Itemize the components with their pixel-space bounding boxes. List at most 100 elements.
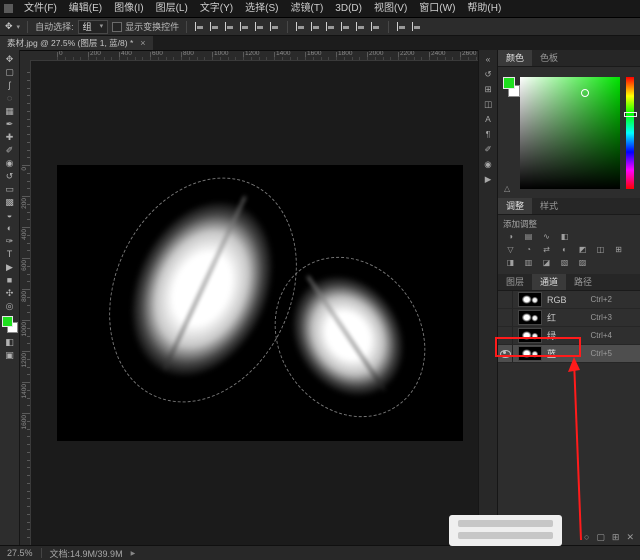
tool-preset-caret-icon[interactable]: ▾ (17, 23, 21, 31)
visibility-cell[interactable] (498, 327, 513, 344)
path-selection-tool[interactable]: ▶ (2, 261, 18, 274)
marquee-tool[interactable]: ▢ (2, 66, 18, 79)
tab-channels[interactable]: 通道 (532, 274, 567, 290)
brightness-contrast-icon[interactable]: ◑ (503, 231, 518, 243)
properties-panel-icon[interactable]: ⊞ (484, 84, 491, 94)
exposure-icon[interactable]: ◧ (557, 231, 572, 243)
channel-row-rgb[interactable]: RGB Ctrl+2 (498, 291, 640, 309)
menu-window[interactable]: 窗口(W) (413, 0, 461, 18)
pen-tool[interactable]: ✑ (2, 235, 18, 248)
hue-slider[interactable] (626, 77, 634, 189)
distribute-center-icon[interactable] (355, 21, 367, 32)
quick-selection-tool[interactable]: ◌ (2, 92, 18, 105)
hand-tool[interactable]: ✣ (2, 287, 18, 300)
align-middle-icon[interactable] (254, 21, 266, 32)
tab-layers[interactable]: 图层 (498, 274, 532, 290)
tab-swatches[interactable]: 色板 (532, 50, 566, 66)
collapse-panels-icon[interactable]: « (486, 54, 491, 64)
channel-mixer-icon[interactable]: ◫ (593, 244, 608, 256)
align-bottom-icon[interactable] (269, 21, 281, 32)
color-swatches[interactable] (1, 316, 18, 333)
menu-help[interactable]: 帮助(H) (461, 0, 507, 18)
close-tab-icon[interactable]: × (140, 36, 145, 50)
vibrance-icon[interactable]: ▽ (503, 244, 518, 256)
hue-saturation-icon[interactable]: ◔ (521, 244, 536, 256)
eye-icon[interactable] (499, 349, 511, 358)
menu-layer[interactable]: 图层(L) (150, 0, 194, 18)
menu-select[interactable]: 选择(S) (239, 0, 284, 18)
new-channel-icon[interactable]: ⊞ (612, 532, 620, 543)
show-transform-checkbox[interactable]: 显示变换控件 (112, 20, 179, 33)
foreground-color-chip[interactable] (503, 77, 515, 89)
foreground-color-swatch[interactable] (1, 316, 13, 327)
save-selection-icon[interactable]: ▢ (596, 532, 605, 543)
black-white-icon[interactable]: ◐ (557, 244, 572, 256)
visibility-cell[interactable] (498, 345, 513, 362)
tab-adjustments[interactable]: 调整 (498, 198, 533, 214)
color-lookup-icon[interactable]: ⊞ (611, 244, 626, 256)
gradient-tool[interactable]: ▩ (2, 196, 18, 209)
tab-styles[interactable]: 样式 (532, 198, 566, 214)
brush-panel-icon[interactable]: ✐ (484, 144, 491, 154)
distribute-bottom-icon[interactable] (325, 21, 337, 32)
3d-mode-icon[interactable] (396, 21, 408, 32)
status-expand-icon[interactable]: ▶ (131, 550, 136, 557)
screen-mode-tool[interactable]: ▣ (2, 349, 18, 362)
gradient-map-icon[interactable]: ▧ (557, 257, 572, 269)
hue-slider-marker[interactable] (624, 112, 637, 117)
zoom-level-field[interactable]: 27.5% (7, 548, 33, 558)
move-tool[interactable]: ✥ (2, 53, 18, 66)
menu-filter[interactable]: 滤镜(T) (285, 0, 330, 18)
levels-icon[interactable]: ▤ (521, 231, 536, 243)
delete-channel-icon[interactable]: ✕ (626, 532, 634, 543)
lasso-tool[interactable]: ʃ (2, 79, 18, 92)
distribute-middle-icon[interactable] (310, 21, 322, 32)
color-balance-icon[interactable]: ⇄ (539, 244, 554, 256)
brush-tool[interactable]: ✐ (2, 144, 18, 157)
tab-paths[interactable]: 路径 (566, 274, 600, 290)
actions-panel-icon[interactable]: ▶ (485, 174, 492, 184)
visibility-cell[interactable] (498, 309, 513, 326)
3d-mode-icon[interactable] (411, 21, 423, 32)
load-selection-icon[interactable]: ○ (584, 532, 589, 543)
distribute-top-icon[interactable] (295, 21, 307, 32)
crop-tool[interactable]: ▦ (2, 105, 18, 118)
channel-row-blue[interactable]: 蓝 Ctrl+5 (498, 345, 640, 363)
healing-brush-tool[interactable]: ✚ (2, 131, 18, 144)
align-left-icon[interactable] (194, 21, 206, 32)
eraser-tool[interactable]: ▭ (2, 183, 18, 196)
shape-tool[interactable]: ■ (2, 274, 18, 287)
auto-select-dropdown[interactable]: 组 ▾ (77, 19, 109, 34)
curves-icon[interactable]: ∿ (539, 231, 554, 243)
menu-file[interactable]: 文件(F) (18, 0, 63, 18)
menu-edit[interactable]: 编辑(E) (63, 0, 108, 18)
visibility-cell[interactable] (498, 291, 513, 308)
distribute-left-icon[interactable] (340, 21, 352, 32)
history-panel-icon[interactable]: ↺ (484, 69, 491, 79)
menu-image[interactable]: 图像(I) (108, 0, 149, 18)
tab-color[interactable]: 颜色 (498, 50, 533, 66)
clone-stamp-tool[interactable]: ◉ (2, 157, 18, 170)
threshold-icon[interactable]: ◪ (539, 257, 554, 269)
quick-mask-tool[interactable]: ◧ (2, 336, 18, 349)
align-right-icon[interactable] (224, 21, 236, 32)
zoom-tool[interactable]: ◎ (2, 300, 18, 313)
menu-type[interactable]: 文字(Y) (194, 0, 239, 18)
saturation-brightness-field[interactable] (520, 77, 620, 189)
character-panel-icon[interactable]: A (485, 114, 491, 124)
paragraph-panel-icon[interactable]: ¶ (486, 129, 491, 139)
posterize-icon[interactable]: ▥ (521, 257, 536, 269)
selective-color-icon[interactable]: ▨ (575, 257, 590, 269)
history-brush-tool[interactable]: ↺ (2, 170, 18, 183)
type-tool[interactable]: T (2, 248, 18, 261)
menu-view[interactable]: 视图(V) (368, 0, 413, 18)
photo-filter-icon[interactable]: ◩ (575, 244, 590, 256)
channel-row-red[interactable]: 红 Ctrl+3 (498, 309, 640, 327)
dodge-tool[interactable]: ◐ (2, 222, 18, 235)
eyedropper-tool[interactable]: ✒ (2, 118, 18, 131)
blur-tool[interactable]: ◒ (2, 209, 18, 222)
align-center-h-icon[interactable] (209, 21, 221, 32)
clone-source-panel-icon[interactable]: ◉ (484, 159, 491, 169)
info-panel-icon[interactable]: ◫ (484, 99, 492, 109)
document-tab[interactable]: 素材.jpg @ 27.5% (图层 1, 蓝/8) * × (0, 36, 153, 50)
